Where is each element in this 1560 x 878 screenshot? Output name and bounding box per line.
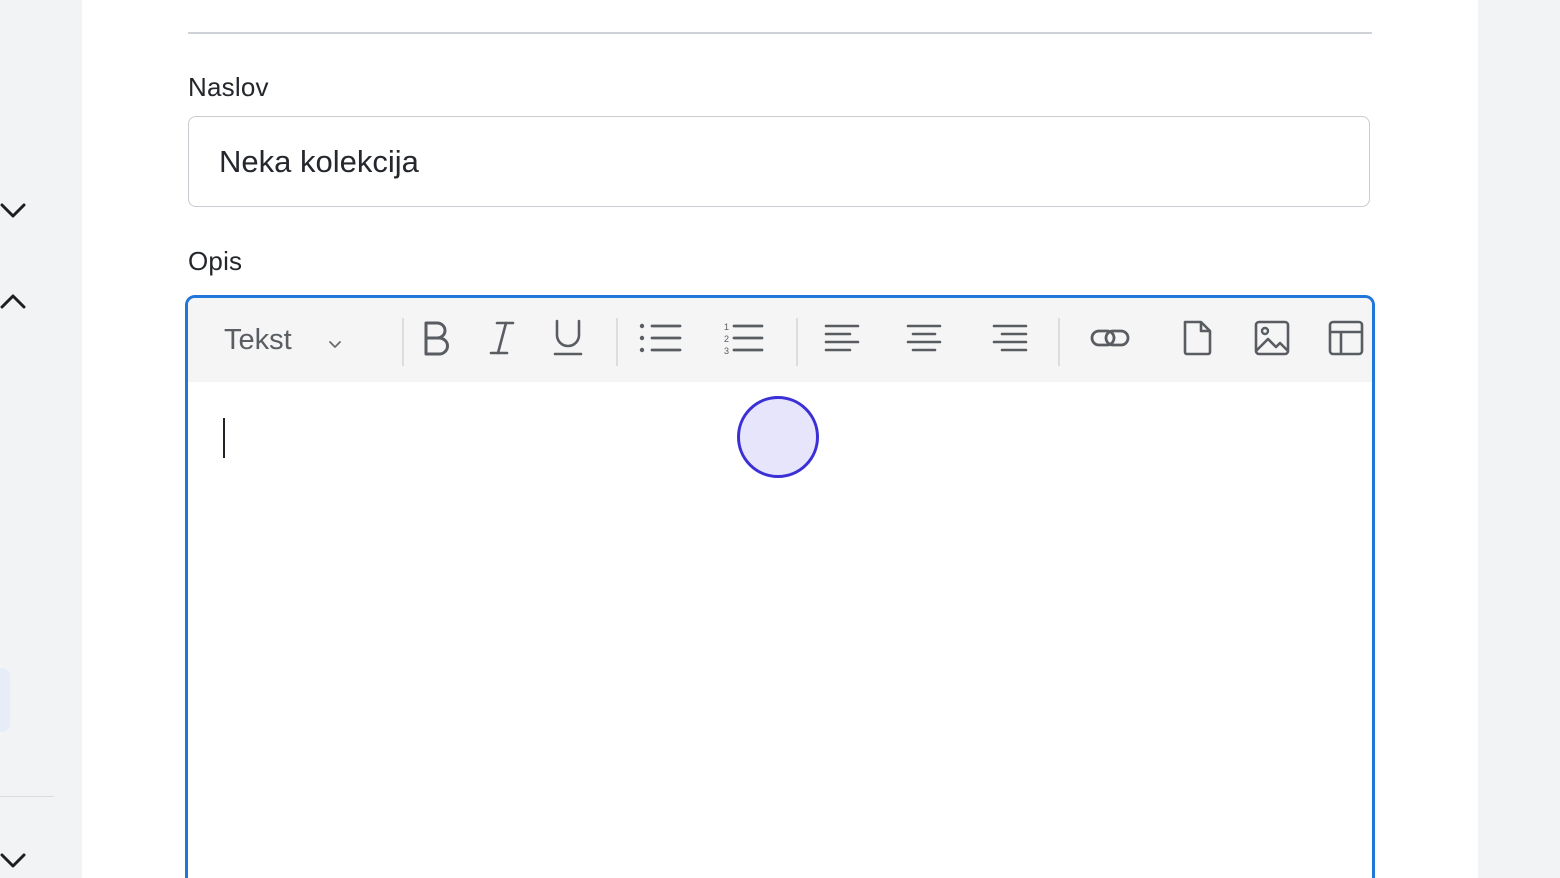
svg-text:1: 1 [724,322,729,332]
align-left-icon [824,323,860,358]
bold-button[interactable] [416,318,456,362]
numbered-list-button[interactable]: 1 2 3 [724,318,764,362]
align-right-button[interactable] [992,318,1028,362]
link-button[interactable] [1090,318,1130,362]
toolbar-separator [796,318,798,366]
text-cursor [223,418,225,458]
chevron-down-icon [328,324,342,357]
block-type-label: Tekst [224,323,292,356]
title-input[interactable] [188,116,1370,207]
align-center-button[interactable] [906,318,942,362]
toolbar-separator [402,318,404,366]
editor-toolbar: Tekst 1 2 3 [188,298,1372,382]
sidebar [0,0,82,878]
chevron-up-icon[interactable] [0,291,28,311]
italic-button[interactable] [484,318,520,362]
title-label: Naslov [188,72,269,102]
page: Naslov Opis Tekst [0,0,1560,878]
bold-icon [420,320,452,361]
bullet-list-icon [638,321,682,360]
image-button[interactable] [1254,318,1290,362]
file-button[interactable] [1180,318,1214,362]
underline-icon [552,319,584,362]
layout-icon [1328,320,1364,361]
sidebar-divider [0,796,54,797]
underline-button[interactable] [550,318,586,362]
svg-text:3: 3 [724,346,729,355]
bullet-list-button[interactable] [638,318,682,362]
file-icon [1180,319,1214,362]
click-indicator [737,396,819,478]
layout-button[interactable] [1328,318,1364,362]
chevron-down-icon[interactable] [0,850,28,870]
link-icon [1090,326,1130,355]
rich-text-editor[interactable]: Tekst 1 2 3 [185,295,1375,878]
right-background [1478,0,1560,878]
align-center-icon [906,323,942,358]
divider [188,32,1372,34]
toolbar-separator [616,318,618,366]
image-icon [1254,320,1290,361]
description-label: Opis [188,246,243,276]
svg-text:2: 2 [724,334,729,344]
align-right-icon [992,323,1028,358]
sidebar-active-item[interactable] [0,668,10,732]
block-type-select[interactable]: Tekst [224,318,354,362]
numbered-list-icon: 1 2 3 [724,321,764,360]
chevron-down-icon[interactable] [0,200,28,220]
toolbar-separator [1058,318,1060,366]
italic-icon [487,320,517,361]
align-left-button[interactable] [824,318,860,362]
